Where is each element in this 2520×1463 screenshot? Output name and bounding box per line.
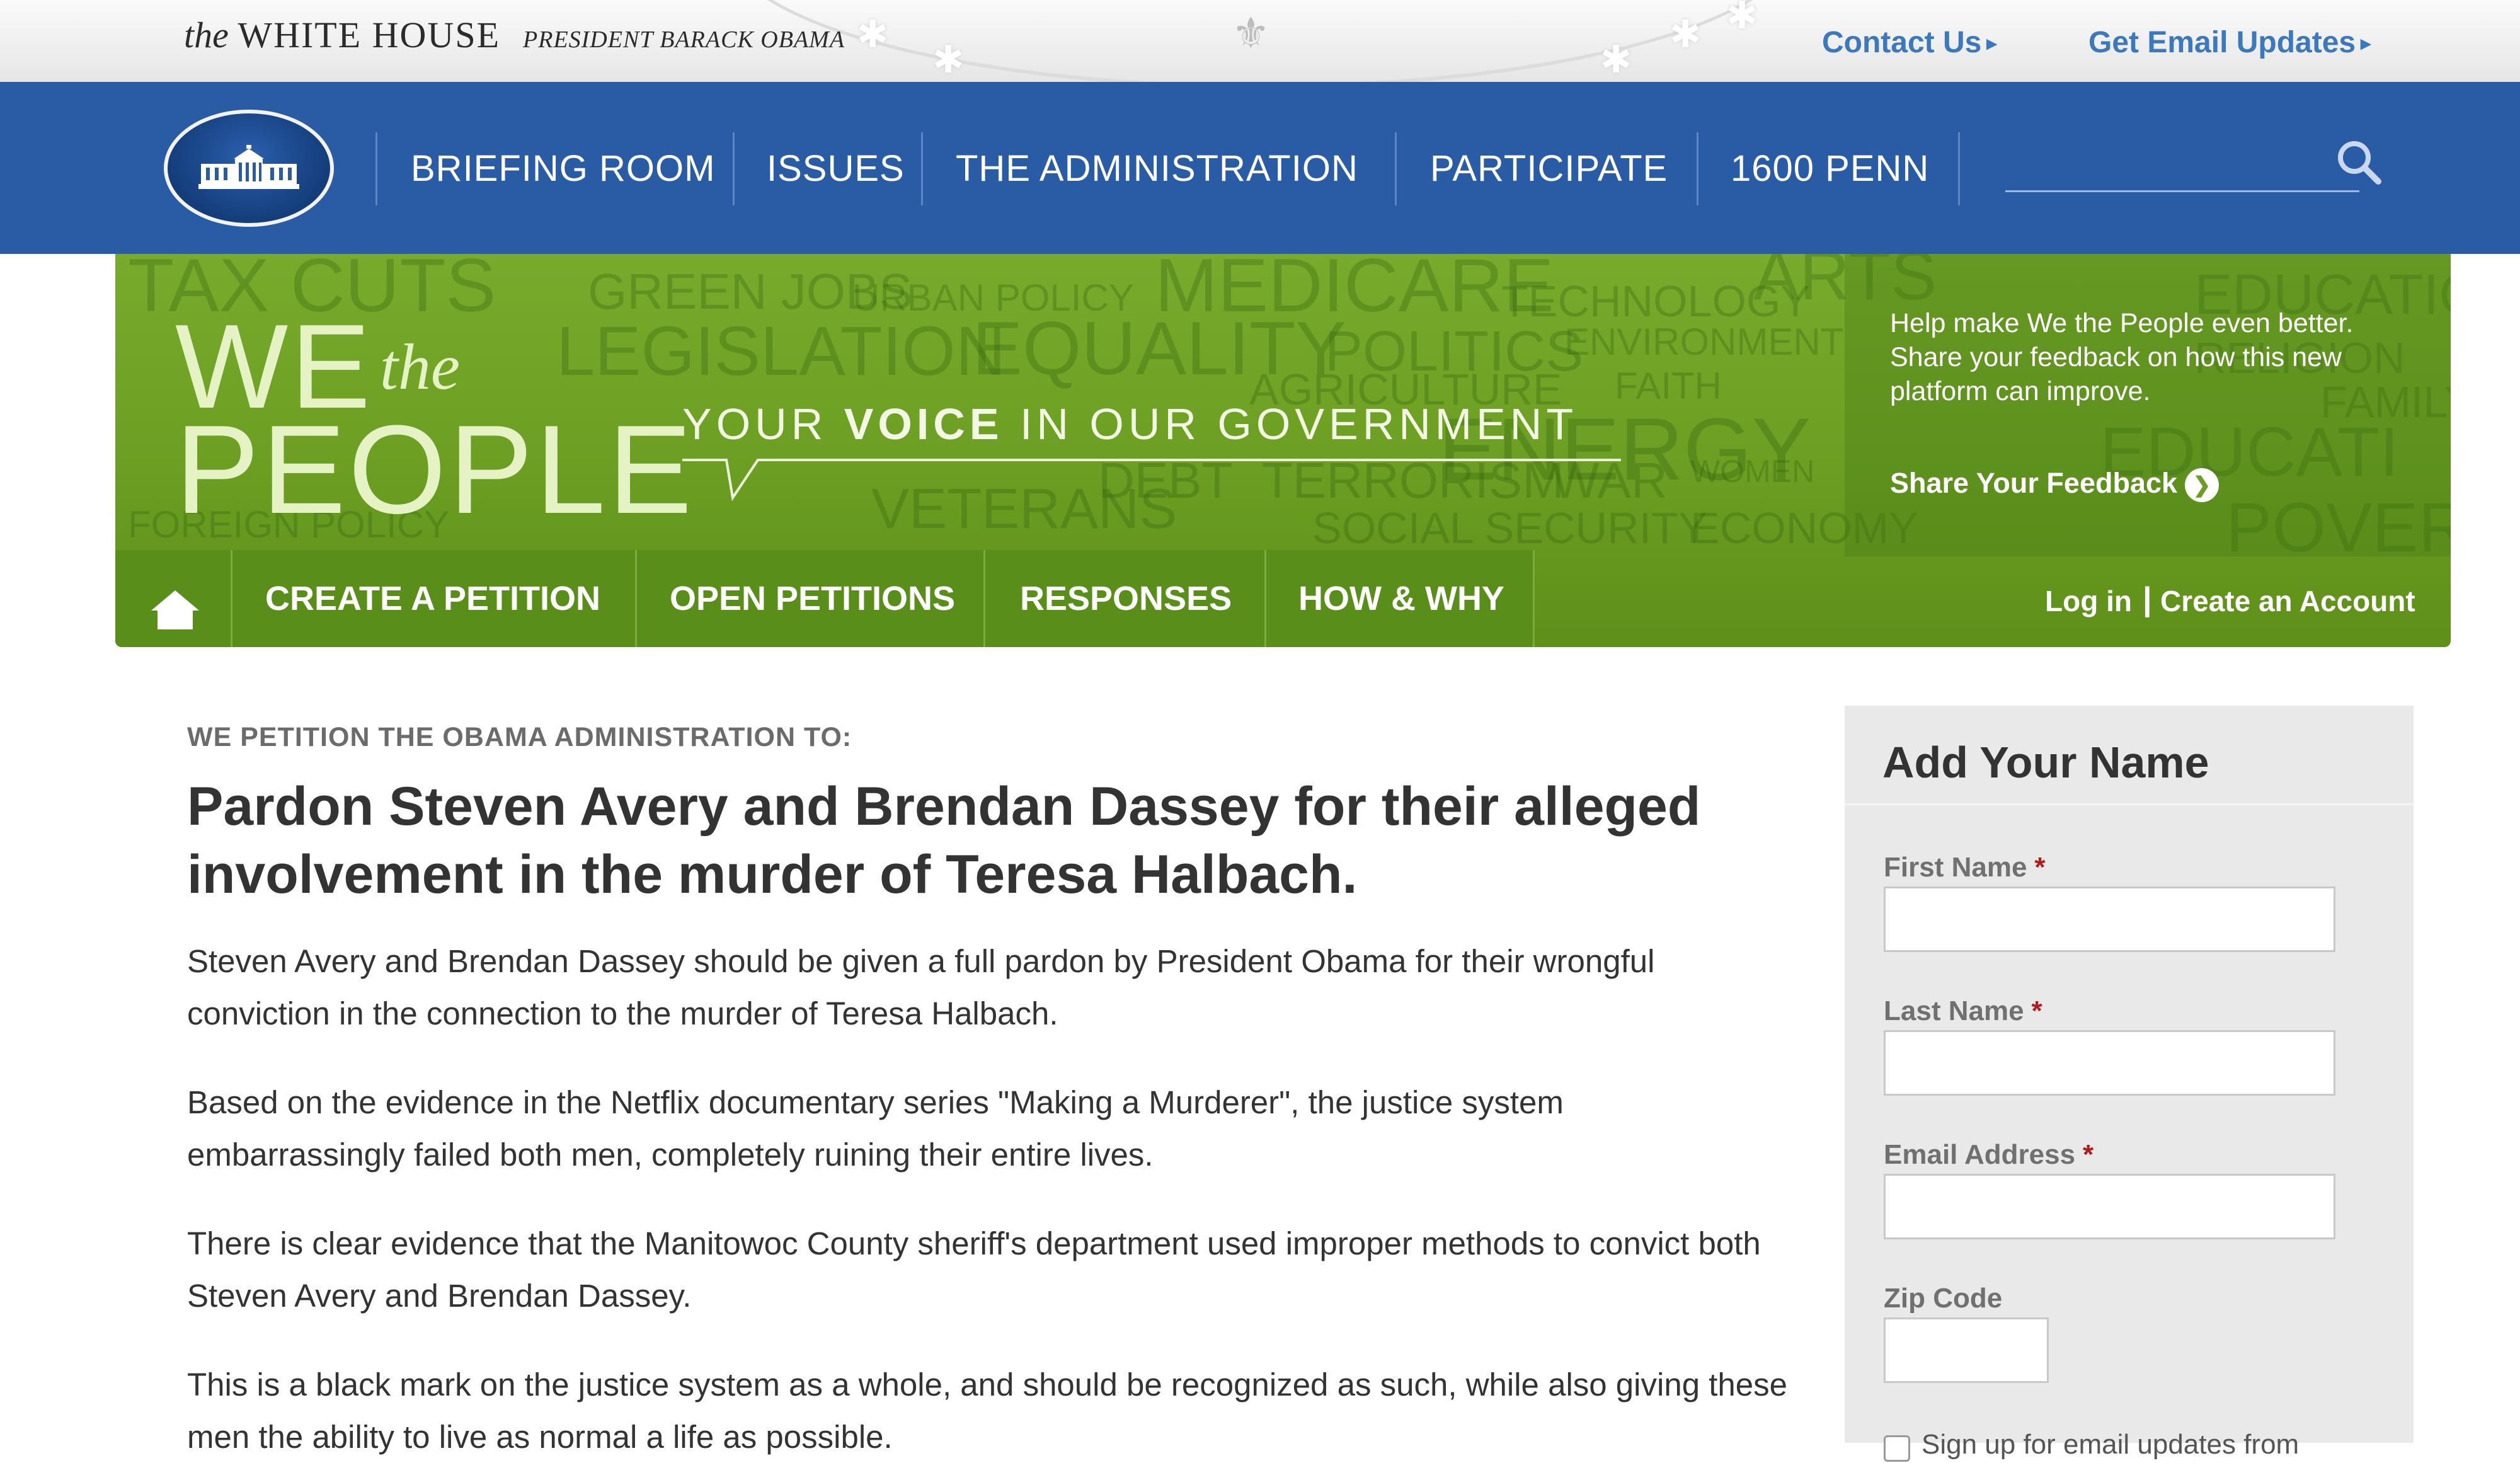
star-icon: ✱ (1726, 0, 1758, 37)
nav-the-administration[interactable]: THE ADMINISTRATION (956, 147, 1358, 190)
last-name-field[interactable] (1884, 1030, 2335, 1096)
email-updates-checkbox-label: Sign up for email updates from (1922, 1429, 2300, 1460)
star-icon: ✱ (932, 38, 965, 81)
nav-briefing-room[interactable]: BRIEFING ROOM (411, 147, 715, 190)
last-name-label: Last Name * (1884, 995, 2042, 1027)
how-and-why-link[interactable]: HOW & WHY (1298, 579, 1504, 618)
search-underline (2005, 190, 2359, 192)
petition-paragraph: This is a black mark on the justice syst… (187, 1367, 1787, 1455)
feedback-text: Help make We the People even better. Sha… (1890, 308, 2354, 406)
create-petition-link[interactable]: CREATE A PETITION (265, 579, 600, 618)
nav-issues[interactable]: ISSUES (767, 147, 905, 190)
email-field[interactable] (1884, 1174, 2335, 1239)
required-marker: * (2083, 1139, 2094, 1170)
petition-nav-separator (635, 550, 637, 647)
eagle-icon: ⚜ (1232, 9, 1270, 57)
tagline-post: IN OUR GOVERNMENT (1003, 399, 1578, 449)
arrow-right-icon: ▸ (1986, 32, 1997, 54)
nav-participate[interactable]: PARTICIPATE (1430, 147, 1668, 190)
speech-bubble-line (682, 459, 1621, 501)
create-account-link[interactable]: Create an Account (2160, 584, 2415, 618)
nav-separator (1697, 132, 1698, 205)
we-the-people-logo-the[interactable]: the (380, 330, 460, 404)
first-name-label-text: First Name (1884, 852, 2027, 883)
email-updates-checkbox[interactable] (1884, 1435, 1910, 1462)
top-strip: ✱ ✱ ✱ ✱ ✱ ⚜ the WHITE HOUSE PRESIDENT BAR… (0, 0, 2520, 82)
brand-the: the (184, 14, 229, 55)
petition-paragraph: Based on the evidence in the Netflix doc… (187, 1084, 1564, 1173)
contact-us-label: Contact Us (1822, 26, 1982, 59)
responses-link[interactable]: RESPONSES (1020, 579, 1232, 618)
required-marker: * (2031, 995, 2042, 1026)
email-updates-link[interactable]: Get Email Updates ▸ (2088, 25, 2371, 60)
email-label: Email Address * (1884, 1139, 2093, 1171)
nav-separator (921, 132, 923, 205)
site-brand[interactable]: the WHITE HOUSE PRESIDENT BARACK OBAMA (184, 14, 845, 56)
petition-intro: WE PETITION THE OBAMA ADMINISTRATION TO: (187, 722, 852, 752)
sidebar-divider (1845, 803, 2414, 805)
nav-separator (375, 132, 377, 205)
petition-title: Pardon Steven Avery and Brendan Dassey f… (187, 776, 1701, 905)
search-input[interactable] (2005, 137, 2335, 189)
petition-paragraph: Steven Avery and Brendan Dassey should b… (187, 943, 1655, 1031)
banner-tagline: YOUR VOICE IN OUR GOVERNMENT (682, 399, 1578, 449)
log-in-link[interactable]: Log in (2045, 584, 2132, 618)
search-icon[interactable] (2334, 137, 2385, 188)
brand-president: PRESIDENT BARACK OBAMA (523, 26, 845, 53)
login-separator: | (2143, 581, 2152, 617)
petition-paragraph: There is clear evidence that the Manitow… (187, 1225, 1761, 1314)
star-icon: ✱ (857, 13, 889, 55)
petition-nav-separator (1533, 550, 1535, 647)
nav-separator (733, 132, 735, 205)
required-marker: * (2034, 852, 2046, 883)
arrow-right-icon: ▸ (2361, 32, 2371, 54)
first-name-label: First Name * (1884, 852, 2046, 883)
nav-separator (1395, 132, 1397, 205)
petition-nav-separator (983, 550, 985, 647)
zip-code-label: Zip Code (1884, 1283, 2003, 1314)
nav-separator (1958, 132, 1960, 205)
tagline-voice: VOICE (844, 399, 1004, 449)
share-feedback-link[interactable]: Share Your Feedback ❯ (1890, 467, 2219, 503)
white-house-building-icon (198, 145, 299, 189)
we-the-people-logo-people[interactable]: PEOPLE (175, 398, 694, 542)
white-house-logo[interactable] (164, 110, 334, 227)
add-your-name-title: Add Your Name (1882, 738, 2209, 787)
we-the-people-banner: TAX CUTS GREEN JOBS URBAN POLICY MEDICAR… (115, 254, 2451, 647)
email-updates-label: Get Email Updates (2088, 26, 2356, 59)
email-label-text: Email Address (1884, 1139, 2076, 1170)
brand-white-house: WHITE HOUSE (238, 14, 501, 55)
star-icon: ✱ (1670, 13, 1702, 55)
home-icon[interactable] (150, 588, 200, 632)
petition-nav-separator (1264, 550, 1266, 647)
nav-1600-penn[interactable]: 1600 PENN (1731, 147, 1929, 190)
open-petitions-link[interactable]: OPEN PETITIONS (670, 579, 955, 618)
share-feedback-label: Share Your Feedback (1890, 467, 2178, 499)
chevron-right-circle-icon: ❯ (2185, 468, 2219, 503)
petition-nav-separator (231, 550, 232, 647)
first-name-field[interactable] (1884, 886, 2335, 952)
zip-code-field[interactable] (1884, 1317, 2049, 1383)
last-name-label-text: Last Name (1884, 995, 2024, 1026)
star-icon: ✱ (1600, 38, 1632, 81)
tagline-pre: YOUR (682, 399, 844, 449)
contact-us-link[interactable]: Contact Us ▸ (1822, 25, 1996, 60)
